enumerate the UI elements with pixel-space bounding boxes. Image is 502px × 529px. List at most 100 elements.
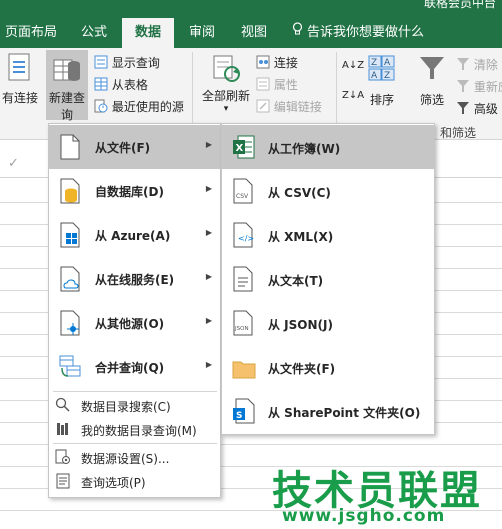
window-title: 联格会员中台 [423, 0, 496, 10]
tab-formulas[interactable]: 公式 [68, 18, 120, 48]
from-table-button[interactable]: 从表格 [94, 76, 148, 94]
sort-label: 排序 [369, 93, 394, 107]
sort-descending-button[interactable]: Z↓A [342, 90, 364, 101]
menu-item-from-azure[interactable]: 从 Azure(A) ▶ [49, 213, 220, 257]
edit-links-button[interactable]: 编辑链接 [256, 98, 322, 116]
recent-sources-label: 最近使用的源 [111, 100, 184, 114]
menu-item-from-csv[interactable]: CSV 从 CSV(C) [222, 169, 434, 213]
clock-doc-icon [94, 99, 108, 116]
show-queries-button[interactable]: 显示查询 [94, 54, 160, 72]
svg-text:A: A [371, 71, 378, 81]
menu-item-combine-queries[interactable]: 合并查询(Q) ▶ [49, 345, 220, 389]
menu-item-from-workbook[interactable]: X 从工作簿(W) [222, 125, 434, 169]
tab-view[interactable]: 视图 [228, 18, 280, 48]
filter-label: 筛选 [419, 93, 444, 107]
connections-label: 连接 [273, 56, 298, 70]
advanced-filter-button[interactable]: 高级 [456, 100, 498, 118]
reapply-label: 重新应用 [473, 80, 502, 94]
menu-item-label: 自数据库(D) [95, 185, 164, 199]
menu-separator [53, 443, 217, 444]
edit-links-icon [256, 99, 270, 116]
tab-data[interactable]: 数据 [122, 18, 174, 48]
menu-item-from-sharepoint-folder[interactable]: S 从 SharePoint 文件夹(O) [222, 389, 434, 433]
combine-queries-icon [59, 354, 81, 380]
submenu-arrow-icon: ▶ [205, 360, 212, 369]
connections-button[interactable]: 连接 [256, 54, 298, 72]
excel-workbook-icon: X [232, 134, 255, 160]
menu-item-label: 从文本(T) [268, 274, 324, 288]
clear-filter-icon [456, 57, 470, 74]
tell-me-label: 告诉我你想要做什么 [307, 25, 425, 40]
sort-button[interactable]: ZAAZ 排序 [364, 54, 400, 108]
edit-links-label: 编辑链接 [273, 100, 322, 114]
properties-button[interactable]: 属性 [256, 76, 298, 94]
menu-item-label: 从工作簿(W) [268, 142, 341, 156]
menu-item-from-text[interactable]: 从文本(T) [222, 257, 434, 301]
menu-item-label: 从在线服务(E) [95, 273, 175, 287]
menu-item-from-other-sources[interactable]: 从其他源(O) ▶ [49, 301, 220, 345]
connections-doc-icon [7, 52, 33, 85]
existing-connections-button[interactable]: 有连接 [0, 52, 40, 106]
menu-item-query-options[interactable]: 查询选项(P) [49, 470, 220, 492]
from-file-submenu: X 从工作簿(W) CSV 从 CSV(C) </> 从 XML(X) 从文本(… [221, 123, 435, 435]
menu-item-label: 数据目录搜索(C) [81, 400, 171, 414]
ribbon-tabs: 页面布局 公式 数据 审阅 视图 告诉我你想要做什么 [0, 18, 502, 48]
sort-filter-group-label: 和筛选 [440, 126, 477, 140]
sort-descending-label: Z↓A [342, 90, 365, 101]
other-sources-icon [59, 310, 81, 336]
svg-text:Z: Z [384, 71, 390, 81]
reapply-button[interactable]: 重新应用 [456, 78, 502, 96]
tab-page-layout[interactable]: 页面布局 [0, 18, 62, 48]
recent-sources-button[interactable]: 最近使用的源 [94, 98, 184, 116]
new-query-label: 新建查询 [48, 91, 85, 122]
show-queries-icon [94, 55, 108, 72]
submenu-arrow-icon: ▶ [205, 272, 212, 281]
azure-windows-icon [59, 222, 81, 248]
refresh-all-label: 全部刷新 [201, 89, 250, 103]
menu-item-data-catalog-search[interactable]: 数据目录搜索(C) [49, 394, 220, 416]
menu-item-from-online-services[interactable]: 从在线服务(E) ▶ [49, 257, 220, 301]
svg-text:Z: Z [371, 58, 377, 68]
clear-filter-button[interactable]: 清除 [456, 56, 498, 74]
menu-item-label: 从文件(F) [95, 141, 151, 155]
advanced-filter-icon [456, 101, 470, 118]
database-table-icon [52, 54, 82, 89]
catalog-queries-icon [55, 421, 71, 437]
refresh-all-button[interactable]: 全部刷新 ▾ [198, 52, 254, 114]
menu-item-data-source-settings[interactable]: 数据源设置(S)... [49, 446, 220, 468]
sort-dialog-icon: ZAAZ [368, 54, 396, 85]
menu-item-my-data-catalog-queries[interactable]: 我的数据目录查询(M) [49, 418, 220, 440]
menu-item-from-folder[interactable]: 从文件夹(F) [222, 345, 434, 389]
menu-item-from-json[interactable]: JSON 从 JSON(J) [222, 301, 434, 345]
menu-item-from-database[interactable]: 自数据库(D) ▶ [49, 169, 220, 213]
properties-label: 属性 [273, 78, 298, 92]
filter-funnel-icon [418, 54, 446, 85]
search-icon [55, 397, 71, 413]
submenu-arrow-icon: ▶ [205, 228, 212, 237]
menu-item-from-file[interactable]: 从文件(F) ▶ [49, 125, 220, 169]
refresh-dropdown-arrow: ▾ [223, 104, 229, 114]
reapply-icon [456, 79, 470, 96]
menu-item-label: 从文件夹(F) [268, 362, 336, 376]
svg-text:S: S [236, 411, 242, 421]
menu-item-label: 数据源设置(S)... [81, 452, 170, 466]
svg-text:A: A [384, 58, 391, 68]
menu-item-from-xml[interactable]: </> 从 XML(X) [222, 213, 434, 257]
filter-button[interactable]: 筛选 [414, 54, 450, 108]
database-icon [59, 178, 81, 204]
check-icon[interactable]: ✓ [8, 156, 19, 171]
menu-separator [53, 391, 217, 392]
sort-ascending-button[interactable]: A↓Z [342, 60, 364, 71]
svg-text:</>: </> [238, 234, 254, 243]
lightbulb-icon [292, 18, 304, 48]
tab-review[interactable]: 审阅 [176, 18, 228, 48]
title-bar: 联格会员中台 [0, 0, 502, 18]
tell-me-search[interactable]: 告诉我你想要做什么 [292, 18, 424, 48]
existing-connections-label: 有连接 [1, 91, 38, 105]
file-icon [59, 134, 81, 160]
new-query-button[interactable]: 新建查询 ▾ [46, 50, 88, 133]
svg-text:CSV: CSV [236, 193, 249, 200]
menu-item-label: 从 JSON(J) [268, 318, 333, 332]
csv-file-icon: CSV [232, 178, 254, 204]
menu-item-label: 从 SharePoint 文件夹(O) [268, 406, 421, 420]
